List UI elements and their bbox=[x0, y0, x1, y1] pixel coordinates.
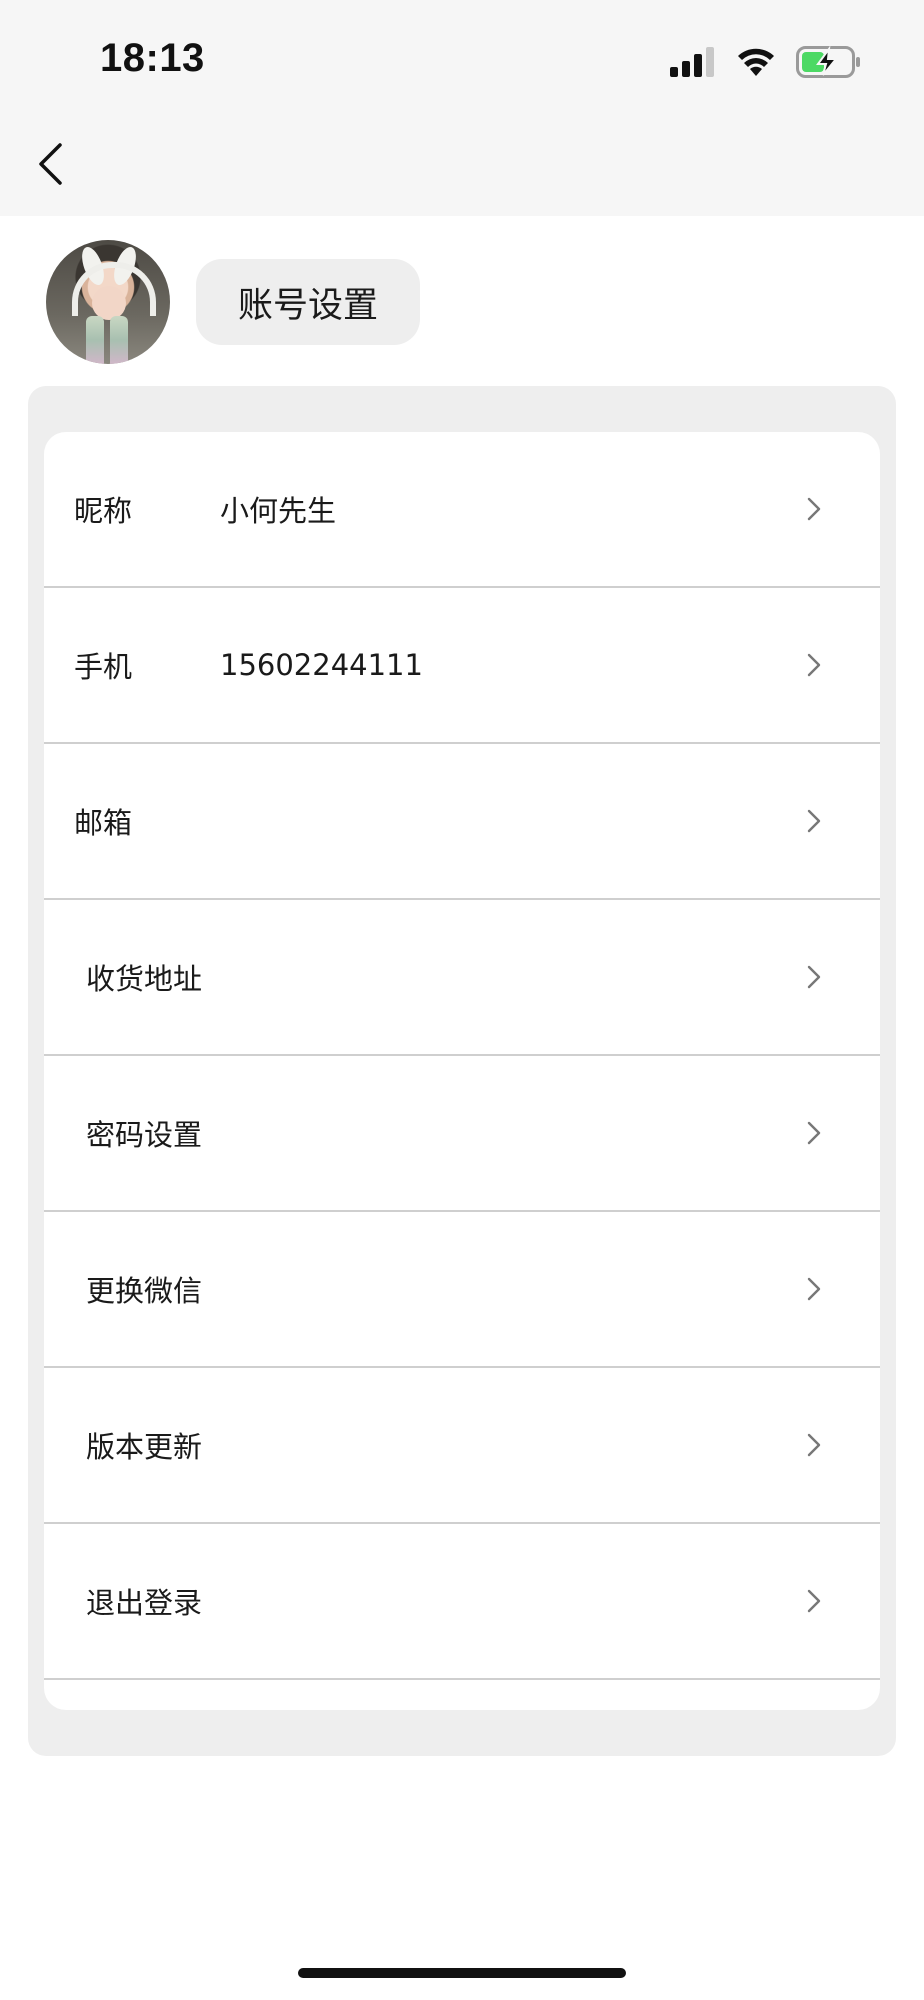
home-indicator[interactable] bbox=[298, 1968, 626, 1978]
back-button[interactable] bbox=[30, 136, 70, 196]
wechat-row[interactable]: 更换微信 bbox=[44, 1212, 880, 1368]
chevron-right-icon bbox=[806, 1276, 822, 1302]
nickname-value: 小何先生 bbox=[220, 494, 337, 528]
chevron-right-icon bbox=[806, 652, 822, 678]
status-icons bbox=[670, 42, 862, 82]
phone-row[interactable]: 手机 15602244111 bbox=[44, 588, 880, 744]
status-time: 18:13 bbox=[100, 36, 205, 80]
nickname-row[interactable]: 昵称 小何先生 bbox=[44, 432, 880, 588]
nickname-label: 昵称 bbox=[74, 494, 133, 528]
address-label: 收货地址 bbox=[86, 962, 203, 996]
password-label: 密码设置 bbox=[86, 1118, 203, 1152]
address-row[interactable]: 收货地址 bbox=[44, 900, 880, 1056]
phone-value: 15602244111 bbox=[220, 648, 423, 682]
phone-label: 手机 bbox=[74, 650, 133, 684]
avatar[interactable] bbox=[46, 240, 170, 364]
chevron-right-icon bbox=[806, 964, 822, 990]
wifi-icon bbox=[736, 47, 776, 77]
top-bar: 18:13 bbox=[0, 0, 924, 216]
chevron-right-icon bbox=[806, 1432, 822, 1458]
page-title: 账号设置 bbox=[196, 259, 421, 345]
logout-label: 退出登录 bbox=[86, 1586, 203, 1620]
update-row[interactable]: 版本更新 bbox=[44, 1368, 880, 1524]
profile-header: 账号设置 bbox=[46, 240, 421, 364]
logout-row[interactable]: 退出登录 bbox=[44, 1524, 880, 1680]
cellular-signal-icon bbox=[670, 47, 716, 77]
settings-list: 昵称 小何先生 手机 15602244111 邮箱 收货地址 密码设置 更换微信 bbox=[44, 432, 880, 1710]
email-row[interactable]: 邮箱 bbox=[44, 744, 880, 900]
chevron-right-icon bbox=[806, 496, 822, 522]
chevron-right-icon bbox=[806, 808, 822, 834]
password-row[interactable]: 密码设置 bbox=[44, 1056, 880, 1212]
battery-charging-icon bbox=[796, 46, 862, 78]
wechat-label: 更换微信 bbox=[86, 1274, 203, 1308]
chevron-right-icon bbox=[806, 1588, 822, 1614]
chevron-right-icon bbox=[806, 1120, 822, 1146]
update-label: 版本更新 bbox=[86, 1430, 203, 1464]
email-label: 邮箱 bbox=[74, 806, 133, 840]
chevron-left-icon bbox=[36, 142, 64, 190]
